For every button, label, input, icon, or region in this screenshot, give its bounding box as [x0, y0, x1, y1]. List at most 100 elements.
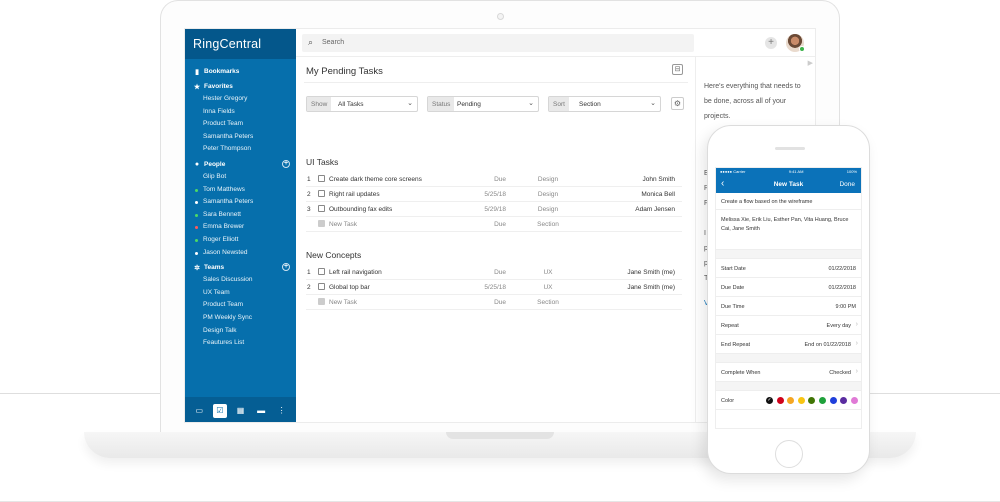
avatar[interactable] [786, 34, 805, 52]
sort-filter[interactable]: Sort Section ⌄ [548, 96, 661, 112]
color-swatch[interactable]: ✓ [766, 397, 773, 404]
new-task-row[interactable]: New Task Due Section [306, 217, 682, 232]
checkbox[interactable] [318, 175, 325, 182]
field-row[interactable]: Start Date 01/22/2018 [716, 259, 861, 278]
task-row[interactable]: 3 Outbounding fax edits 5/29/18 Design Adam … [306, 202, 682, 217]
task-section: Design [537, 191, 559, 198]
color-row: Color ✓ [716, 391, 861, 410]
task-row[interactable]: 1 Left rail navigation Due UX Jane Smith (me… [306, 265, 682, 280]
task-name[interactable]: Global top bar [329, 284, 370, 291]
phone-screen: ●●●●● Carrier 9:41 AM 100% ‹ New Task Do… [715, 167, 862, 429]
color-swatch[interactable] [787, 397, 795, 404]
sidebar-item[interactable]: Roger Elliott [193, 234, 296, 247]
field-row[interactable]: Due Time 9:00 PM [716, 297, 861, 316]
checkbox[interactable] [318, 268, 325, 275]
checkbox[interactable] [318, 205, 325, 212]
field-row[interactable]: Due Date 01/22/2018 [716, 278, 861, 297]
sidebar-heading-teams[interactable]: ✲ Teams + [193, 261, 296, 274]
search-input[interactable]: ⌕ Search [302, 34, 694, 52]
task-row[interactable]: 1 Create dark theme core screens Due Design… [306, 172, 682, 187]
collapse-panel-icon[interactable]: ⊟ [672, 64, 683, 75]
sidebar-item-label: Samantha Peters [203, 132, 254, 140]
bookmark-icon: ▮ [195, 68, 199, 76]
sidebar-item[interactable]: Sales Discussion [193, 274, 296, 287]
sidebar-item[interactable]: Samantha Peters [193, 196, 296, 209]
sidebar-item[interactable]: Emma Brewer [193, 221, 296, 234]
filter-value: Pending [457, 101, 481, 108]
row-number: 1 [307, 176, 311, 183]
task-row[interactable]: 2 Right rail updates 5/25/18 Design Monica B… [306, 187, 682, 202]
color-swatch[interactable] [776, 397, 784, 404]
color-swatch[interactable] [808, 397, 816, 404]
sidebar-item[interactable]: Product Team [193, 299, 296, 312]
sidebar-heading-label: Favorites [204, 83, 233, 90]
done-button[interactable]: Done [839, 181, 855, 188]
color-swatch[interactable] [829, 397, 837, 404]
sidebar-item[interactable]: Design Talk [193, 325, 296, 338]
complete-when-row[interactable]: Complete When Checked › [716, 363, 861, 382]
page-title: My Pending Tasks [306, 66, 383, 77]
task-name[interactable]: Outbounding fax edits [329, 206, 392, 213]
color-swatch[interactable] [818, 397, 826, 404]
sidebar-item-label: Samantha Peters [203, 198, 254, 206]
assignees-field[interactable]: Melissa Xie, Erik Liu, Esther Pan, Vita … [716, 210, 861, 250]
sidebar-item[interactable]: Hester Gregory [193, 93, 296, 106]
task-assignee: John Smith [642, 176, 675, 183]
row-value: End on 01/22/2018 [804, 342, 852, 348]
sidebar-heading-bookmarks[interactable]: ▮ Bookmarks [193, 65, 296, 78]
checkbox[interactable] [318, 190, 325, 197]
task-name[interactable]: New Task [329, 299, 357, 306]
task-row[interactable]: 2 Global top bar 5/25/18 UX Jane Smith (me) [306, 280, 682, 295]
new-task-row[interactable]: New Task Due Section [306, 295, 682, 310]
add-teams-icon[interactable]: + [282, 263, 290, 272]
phone-nav-bar: ‹ New Task Done [716, 176, 861, 193]
sidebar-item-label: PM Weekly Sync [203, 313, 253, 321]
sidebar-heading-favorites[interactable]: ★ Favorites [193, 80, 296, 93]
sidebar-item[interactable]: UX Team [193, 287, 296, 300]
field-row[interactable]: Repeat Every day › [716, 316, 861, 335]
sidebar-item[interactable]: Glip Bot [193, 171, 296, 184]
more-icon[interactable]: ⋮ [275, 404, 289, 418]
task-due: 5/29/18 [484, 206, 506, 213]
task-name[interactable]: Left rail navigation [329, 269, 382, 276]
sidebar-heading-people[interactable]: ● People + [193, 158, 296, 171]
left-rail: RingCentral ▮ Bookmarks ★ Favorites Hester G… [185, 29, 296, 422]
tasks-icon[interactable]: ☑ [212, 403, 227, 418]
filter-label: Show [307, 97, 332, 111]
task-section: Section [537, 221, 559, 228]
sidebar-item[interactable]: Inna Fields [193, 106, 296, 119]
sidebar-item-label: Tom Matthews [203, 185, 245, 193]
show-filter[interactable]: Show All Tasks ⌄ [306, 96, 418, 112]
sidebar-item[interactable]: PM Weekly Sync [193, 312, 296, 325]
inbox-icon[interactable]: ▭ [192, 404, 206, 418]
calendar-icon[interactable]: ▦ [233, 404, 247, 418]
color-swatch[interactable] [797, 397, 805, 404]
task-name[interactable]: Create dark theme core screens [329, 176, 422, 183]
sidebar-item[interactable]: Samantha Peters [193, 131, 296, 144]
color-swatch[interactable] [850, 397, 858, 404]
task-description-field[interactable]: Create a flow based on the wireframe [716, 193, 861, 210]
task-name[interactable]: Right rail updates [329, 191, 380, 198]
files-icon[interactable]: ▬ [254, 404, 268, 418]
sidebar-item-label: Peter Thompson [203, 145, 251, 153]
sidebar-item[interactable]: Tom Matthews [193, 184, 296, 197]
filter-label: Sort [549, 97, 569, 111]
sidebar-item[interactable]: Feautures List [193, 337, 296, 350]
home-button[interactable] [775, 440, 803, 468]
add-people-icon[interactable]: + [282, 159, 290, 168]
expand-arrow-icon[interactable]: ▶ [808, 59, 813, 67]
presence-dot-icon [195, 226, 198, 230]
add-button[interactable]: + [765, 37, 777, 49]
task-due: 5/25/18 [484, 191, 506, 198]
status-filter[interactable]: Status Pending ⌄ [427, 96, 539, 112]
sidebar-item[interactable]: Jason Newsted [193, 247, 296, 260]
sidebar-item[interactable]: Product Team [193, 118, 296, 131]
task-name[interactable]: New Task [329, 221, 357, 228]
checkbox[interactable] [318, 283, 325, 290]
sidebar-item[interactable]: Peter Thompson [193, 143, 296, 156]
gear-icon[interactable]: ⚙ [671, 97, 684, 110]
color-swatches: ✓ [766, 397, 861, 404]
sidebar-item[interactable]: Sara Bennett [193, 209, 296, 222]
color-swatch[interactable] [840, 397, 848, 404]
field-row[interactable]: End Repeat End on 01/22/2018 › [716, 335, 861, 354]
